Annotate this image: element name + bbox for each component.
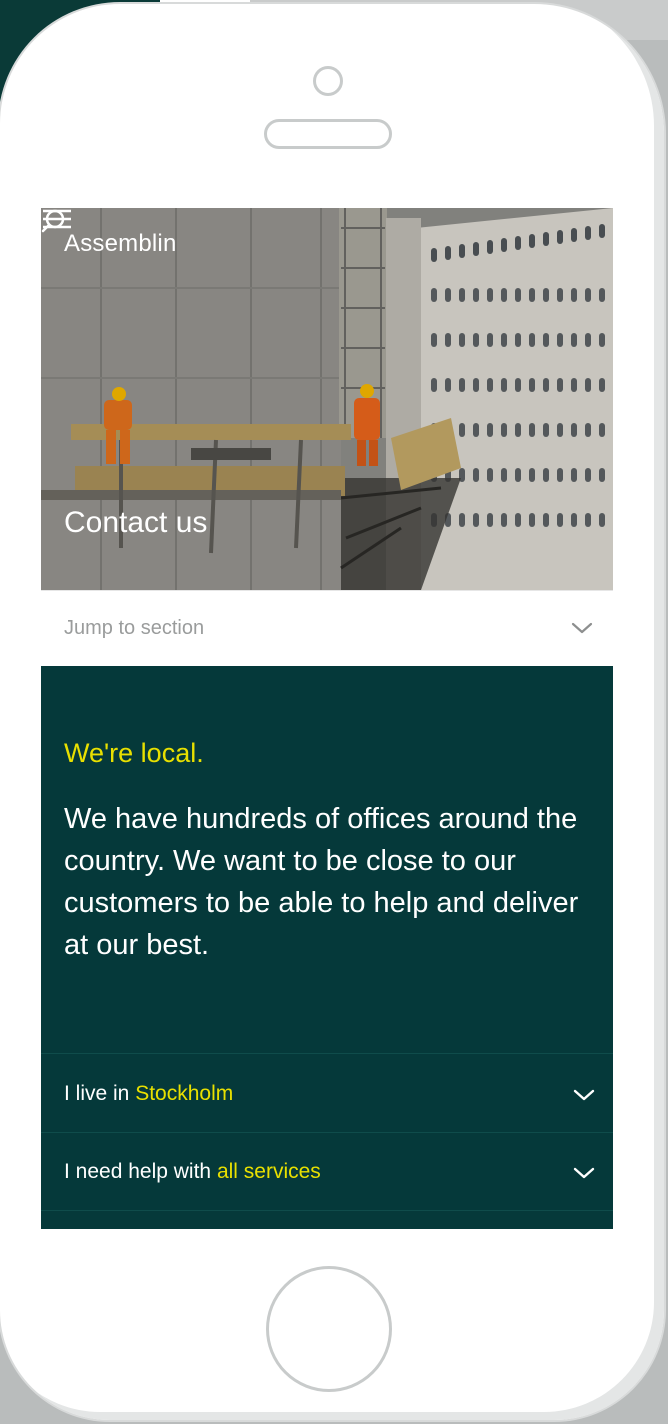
home-button[interactable] xyxy=(266,1266,392,1392)
chevron-down-icon xyxy=(573,1089,595,1101)
hero-banner: Assemblin Contact us xyxy=(41,208,613,590)
phone-screen: Assemblin Contact us Jump to section We'… xyxy=(41,208,613,1229)
location-value: Stockholm xyxy=(135,1082,234,1105)
divider xyxy=(41,1053,613,1054)
chevron-down-icon xyxy=(571,622,593,634)
page-title: Contact us xyxy=(64,506,208,539)
jump-to-section-dropdown[interactable]: Jump to section xyxy=(41,590,613,666)
divider xyxy=(41,1210,613,1211)
brand-logo[interactable]: Assemblin xyxy=(64,230,177,258)
location-selector-text: I live in Stockholm xyxy=(64,1082,233,1106)
hamburger-menu-icon[interactable] xyxy=(41,208,73,230)
location-selector[interactable]: I live in Stockholm xyxy=(41,1056,613,1132)
location-prefix: I live in xyxy=(64,1082,136,1105)
jump-to-section-label: Jump to section xyxy=(64,617,205,639)
divider xyxy=(41,1132,613,1133)
service-selector-text: I need help with all services xyxy=(64,1160,321,1184)
chevron-down-icon xyxy=(573,1167,595,1179)
service-selector[interactable]: I need help with all services xyxy=(41,1134,613,1210)
section-heading: We're local. xyxy=(64,738,204,768)
front-camera xyxy=(313,66,343,96)
service-value: all services xyxy=(216,1160,321,1183)
service-prefix: I need help with xyxy=(64,1160,217,1183)
section-body-text: We have hundreds of offices around the c… xyxy=(64,803,579,961)
earpiece-speaker xyxy=(264,119,392,149)
